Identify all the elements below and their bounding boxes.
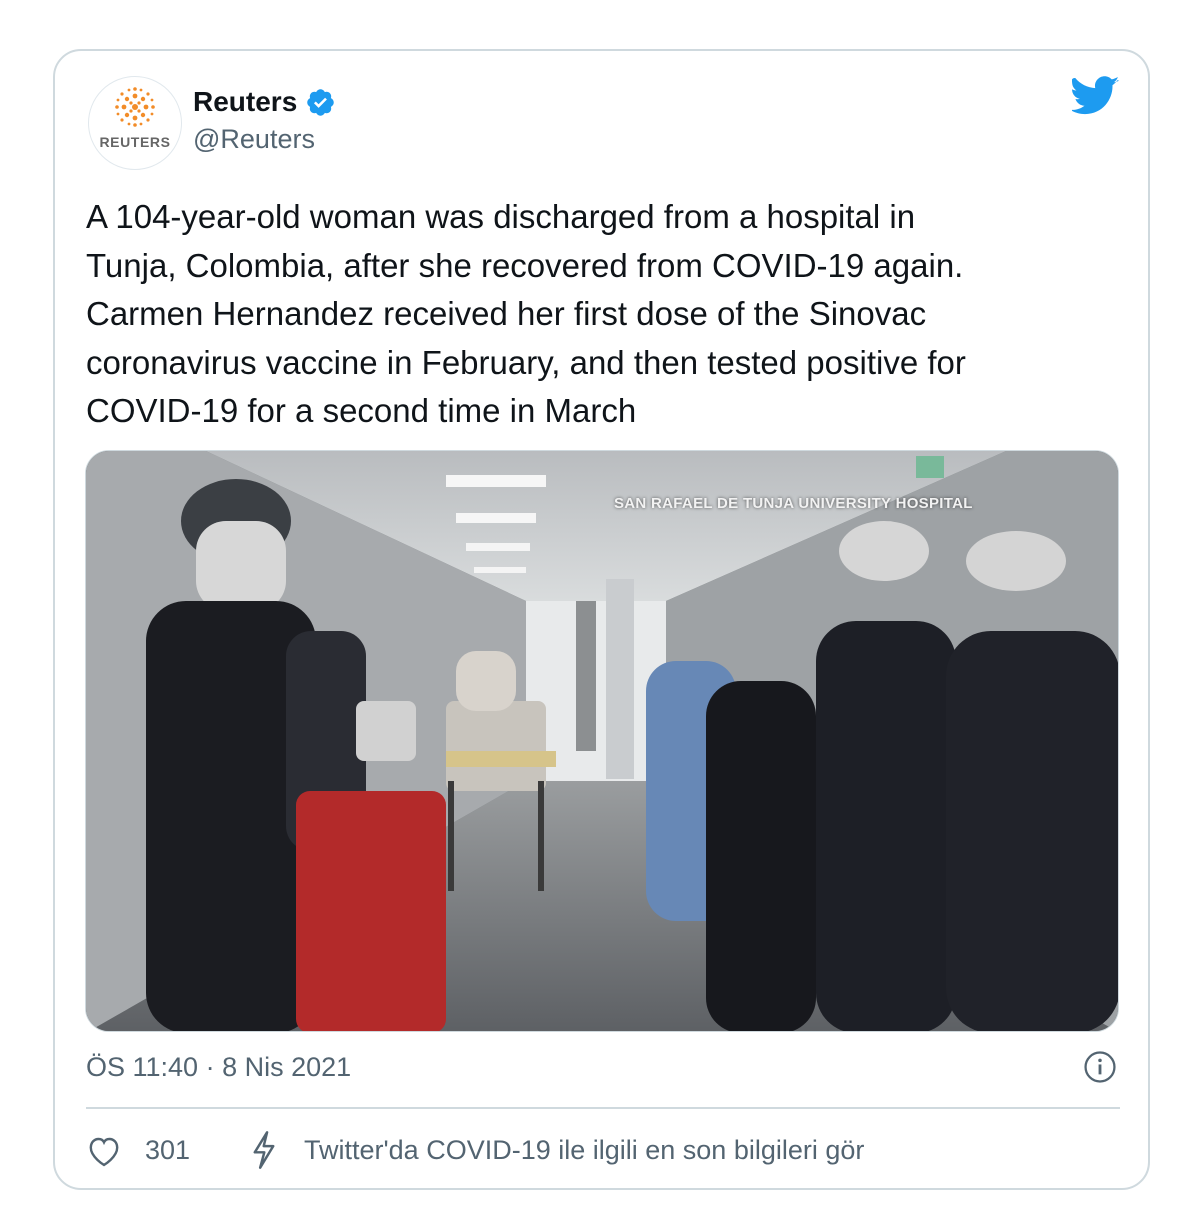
video-still-image: [86, 451, 1118, 1031]
divider: [86, 1107, 1120, 1109]
bolt-icon: [253, 1131, 275, 1169]
author-name-row[interactable]: Reuters: [193, 84, 336, 120]
tweet-video[interactable]: SAN RAFAEL DE TUNJA UNIVERSITY HOSPITAL: [85, 450, 1119, 1032]
info-icon[interactable]: [1083, 1050, 1117, 1084]
avatar[interactable]: REUTERS: [88, 76, 182, 170]
reuters-logo: [115, 87, 155, 127]
like-count[interactable]: 301: [145, 1135, 190, 1166]
twitter-bird-icon[interactable]: [1072, 76, 1120, 116]
tweet-timestamp[interactable]: ÖS 11:40 · 8 Nis 2021: [86, 1052, 351, 1083]
verified-badge-icon: [307, 88, 335, 116]
covid-info-link[interactable]: Twitter'da COVID-19 ile ilgili en son bi…: [304, 1135, 864, 1166]
avatar-wordmark: REUTERS: [99, 134, 171, 150]
video-caption: SAN RAFAEL DE TUNJA UNIVERSITY HOSPITAL: [614, 495, 973, 512]
author-name[interactable]: Reuters: [193, 86, 297, 118]
author-handle[interactable]: @Reuters: [193, 124, 315, 155]
tweet-text: A 104-year-old woman was discharged from…: [86, 198, 966, 429]
heart-icon[interactable]: [86, 1134, 122, 1168]
